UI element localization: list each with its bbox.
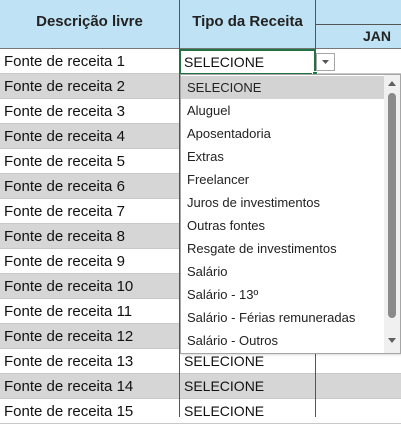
triangle-up-icon: [388, 81, 396, 86]
dropdown-option[interactable]: Salário - Férias remuneradas: [181, 306, 384, 329]
cell-jan[interactable]: [316, 374, 401, 399]
cell-description[interactable]: Fonte de receita 4: [0, 124, 179, 149]
cell-revenue-type[interactable]: SELECIONE: [180, 399, 315, 424]
header-col-c-label: JAN: [362, 28, 391, 44]
active-cell[interactable]: SELECIONE: [179, 49, 316, 75]
cell-jan[interactable]: [316, 399, 401, 424]
dropdown-options: SELECIONE Aluguel Aposentadoria Extras Freel…: [181, 76, 384, 352]
dropdown-option[interactable]: Aluguel: [181, 99, 384, 122]
cell-description[interactable]: Fonte de receita 9: [0, 249, 179, 274]
header-col-b-label: Tipo da Receita: [192, 13, 303, 30]
dropdown-option[interactable]: Salário - 13º: [181, 283, 384, 306]
dropdown-option[interactable]: Freelancer: [181, 168, 384, 191]
cell-description[interactable]: Fonte de receita 13: [0, 349, 179, 374]
cell-revenue-type[interactable]: SELECIONE: [180, 374, 315, 399]
dropdown-option[interactable]: Outras fontes: [181, 214, 384, 237]
dropdown-list[interactable]: SELECIONE Aluguel Aposentadoria Extras Freel…: [180, 74, 401, 354]
scroll-down-button[interactable]: [384, 333, 400, 349]
cell-description[interactable]: Fonte de receita 7: [0, 199, 179, 224]
scroll-thumb[interactable]: [388, 93, 396, 318]
header-col-a-label: Descrição livre: [36, 13, 143, 30]
header-col-a[interactable]: Descrição livre: [0, 0, 179, 48]
dropdown-option[interactable]: Resgate de investimentos: [181, 237, 384, 260]
header-col-b[interactable]: Tipo da Receita: [180, 0, 315, 48]
cell-description[interactable]: Fonte de receita 6: [0, 174, 179, 199]
cell-description[interactable]: Fonte de receita 5: [0, 149, 179, 174]
active-cell-value: SELECIONE: [184, 54, 265, 70]
dropdown-scrollbar[interactable]: [384, 75, 400, 353]
dropdown-option[interactable]: Aposentadoria: [181, 122, 384, 145]
dropdown-option[interactable]: Salário: [181, 260, 384, 283]
header-col-c-top: [316, 0, 401, 24]
cell-description[interactable]: Fonte de receita 15: [0, 399, 179, 424]
dropdown-option[interactable]: Extras: [181, 145, 384, 168]
triangle-down-icon: [388, 338, 396, 343]
scroll-up-button[interactable]: [384, 75, 400, 91]
chevron-down-icon: [322, 60, 329, 64]
cell-description[interactable]: Fonte de receita 3: [0, 99, 179, 124]
cell-description[interactable]: Fonte de receita 11: [0, 299, 179, 324]
header-col-c[interactable]: JAN: [316, 25, 401, 48]
cell-description[interactable]: Fonte de receita 1: [0, 49, 179, 74]
cell-description[interactable]: Fonte de receita 14: [0, 374, 179, 399]
dropdown-option[interactable]: Salário - Outros: [181, 329, 384, 352]
dropdown-toggle-button[interactable]: [316, 53, 335, 71]
dropdown-option[interactable]: SELECIONE: [181, 76, 384, 99]
cell-description[interactable]: Fonte de receita 2: [0, 74, 179, 99]
cell-description[interactable]: Fonte de receita 8: [0, 224, 179, 249]
cell-description[interactable]: Fonte de receita 10: [0, 274, 179, 299]
cell-description[interactable]: Fonte de receita 12: [0, 324, 179, 349]
dropdown-option[interactable]: Juros de investimentos: [181, 191, 384, 214]
